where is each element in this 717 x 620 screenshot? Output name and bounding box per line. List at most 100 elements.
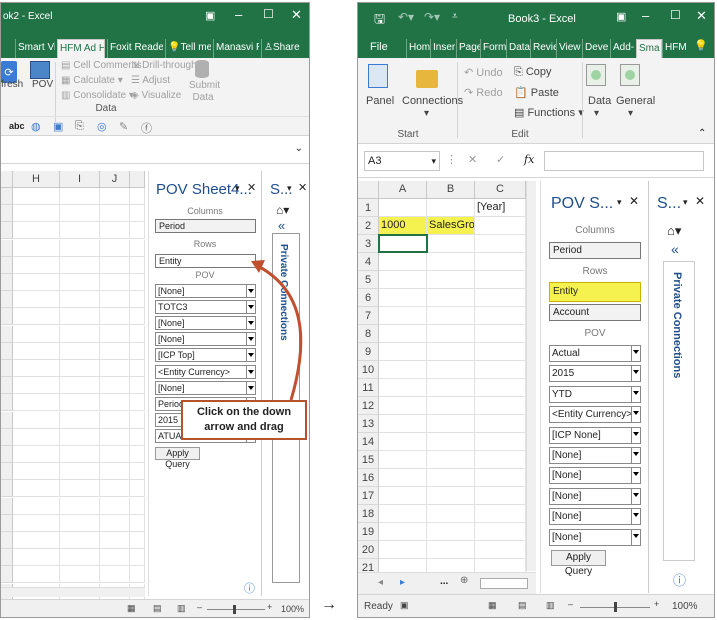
tab-smart-view[interactable]: Sma [636, 39, 662, 58]
pov-close-icon[interactable]: ✕ [629, 194, 639, 208]
right-vscroll[interactable] [526, 181, 536, 571]
row-header[interactable]: 1 [358, 199, 379, 217]
chevron-down-icon[interactable] [631, 386, 640, 402]
row-header[interactable]: 20 [358, 541, 379, 559]
row-header[interactable]: 6 [358, 289, 379, 307]
page-layout-icon[interactable]: ▤ [153, 603, 162, 614]
normal-view-icon[interactable]: ▦ [488, 600, 497, 611]
side-dropdown-icon[interactable]: ▾ [683, 197, 688, 208]
tab-file[interactable]: File [368, 39, 396, 58]
sheet-prev-icon[interactable]: ◂ [378, 577, 383, 588]
private-connections-box[interactable]: Private Connections [663, 261, 695, 561]
sheet-next-icon[interactable]: ▸ [400, 577, 405, 588]
close-icon[interactable]: ✕ [696, 8, 707, 24]
enter-icon[interactable]: ✓ [496, 153, 505, 166]
insert-function-icon[interactable]: fx [524, 153, 534, 166]
connections-icon[interactable] [416, 70, 438, 88]
maximize-icon[interactable]: ☐ [670, 8, 681, 22]
paste-button[interactable]: 📋 Paste [514, 86, 559, 99]
panel-icon[interactable] [368, 64, 388, 88]
data-icon[interactable] [586, 64, 606, 86]
general-label[interactable]: General [616, 95, 655, 107]
column-header-a[interactable]: A [379, 181, 427, 199]
pov-dropdown[interactable]: [None] [549, 487, 641, 505]
row-header[interactable]: 5 [358, 271, 379, 289]
page-break-icon[interactable]: ▥ [546, 600, 555, 611]
columns-period[interactable]: Period [549, 242, 641, 259]
tab-formulas[interactable]: Form [480, 39, 506, 58]
tab-hfm[interactable]: HFM [662, 39, 688, 58]
tab-developer[interactable]: Deve [582, 39, 610, 58]
apply-query-button[interactable]: Apply Query [551, 550, 606, 577]
qat-customize-icon[interactable]: ⩡ [452, 11, 458, 22]
undo-button[interactable]: ↶ Undo [464, 66, 503, 79]
tab-insert[interactable]: Inser [430, 39, 456, 58]
pov-dropdown[interactable]: <Entity Currency> [549, 406, 641, 424]
zoom-slider[interactable] [207, 609, 265, 610]
chevron-down-icon[interactable] [631, 468, 640, 484]
row-header[interactable]: 4 [358, 253, 379, 271]
chevron-down-icon[interactable] [631, 488, 640, 504]
cell-c1[interactable]: [Year] [475, 199, 526, 217]
save-icon[interactable]: 🖫 [374, 10, 385, 32]
connections-label[interactable]: Connections [402, 95, 463, 107]
row-header[interactable]: 13 [358, 415, 379, 433]
sheet-more-icon[interactable]: ... [440, 576, 448, 587]
copy-button[interactable]: ⎘ Copy [514, 66, 552, 79]
tab-add-ins[interactable]: Add- [610, 39, 636, 58]
zoom-level[interactable]: 100% [281, 604, 304, 614]
tab-view[interactable]: View [556, 39, 582, 58]
chevron-down-icon[interactable] [631, 346, 640, 361]
minimize-icon[interactable]: – [642, 8, 649, 23]
pov-dropdown[interactable]: [None] [549, 508, 641, 526]
tab-review[interactable]: Revie [530, 39, 556, 58]
data-label[interactable]: Data [588, 95, 611, 107]
zoom-in-icon[interactable]: + [267, 602, 272, 612]
tab-home[interactable]: Hom [406, 39, 430, 58]
row-header[interactable]: 7 [358, 307, 379, 325]
zoom-slider-thumb[interactable] [233, 605, 236, 614]
zoom-level[interactable]: 100% [672, 601, 698, 612]
macro-record-icon[interactable]: ▣ [400, 600, 409, 611]
rows-account[interactable]: Account [549, 304, 641, 321]
normal-view-icon[interactable]: ▦ [127, 603, 136, 614]
pov-dropdown[interactable]: [ICP None] [549, 426, 641, 444]
cell-a3-selected[interactable] [378, 234, 428, 253]
name-box[interactable]: A3 ▾ [364, 151, 440, 171]
row-header[interactable]: 10 [358, 361, 379, 379]
row-header[interactable]: 17 [358, 487, 379, 505]
row-header[interactable]: 12 [358, 397, 379, 415]
row-header[interactable]: 18 [358, 505, 379, 523]
hscroll[interactable] [480, 578, 528, 589]
pov-dropdown[interactable]: [None] [549, 528, 641, 546]
pov-dropdown[interactable]: [None] [549, 467, 641, 485]
chevron-down-icon[interactable] [631, 407, 640, 423]
functions-button[interactable]: ▤ Functions ▾ [514, 106, 584, 119]
zoom-out-icon[interactable]: – [568, 599, 573, 609]
tab-data[interactable]: Data [506, 39, 530, 58]
zoom-out-icon[interactable]: – [197, 602, 202, 612]
tell-me-icon[interactable]: 💡 [694, 39, 708, 52]
ribbon-collapse-icon[interactable]: ⌃ [698, 128, 706, 139]
row-header[interactable]: 15 [358, 451, 379, 469]
rows-entity[interactable]: Entity [549, 282, 641, 302]
undo-qat-icon[interactable]: ↶▾ [398, 10, 414, 24]
chevron-down-icon[interactable] [631, 448, 640, 463]
pov-dropdown-icon[interactable]: ▾ [617, 197, 622, 208]
row-header[interactable]: 8 [358, 325, 379, 343]
row-header[interactable]: 3 [358, 235, 379, 253]
zoom-slider-thumb[interactable] [614, 602, 617, 612]
cell-b2[interactable]: SalesGross [427, 217, 475, 235]
add-sheet-icon[interactable]: ⊕ [460, 575, 468, 586]
left-hscroll[interactable] [1, 587, 145, 597]
column-header-b[interactable]: B [427, 181, 475, 199]
page-break-icon[interactable]: ▥ [177, 603, 186, 614]
row-header[interactable]: 2 [358, 217, 379, 235]
panel-label[interactable]: Panel [366, 95, 394, 107]
formula-input[interactable] [544, 151, 704, 171]
home-icon[interactable]: ⌂▾ [667, 223, 681, 239]
right-grid[interactable]: A B C 1 2 3 4 5 6 7 8 9 10 11 12 13 14 15 16 17 18 19 20 21 … [358, 181, 526, 577]
name-box-dropdown-icon[interactable]: ▾ [431, 152, 436, 170]
side-close-icon[interactable]: ✕ [695, 194, 705, 208]
chevron-down-icon[interactable] [631, 529, 640, 545]
